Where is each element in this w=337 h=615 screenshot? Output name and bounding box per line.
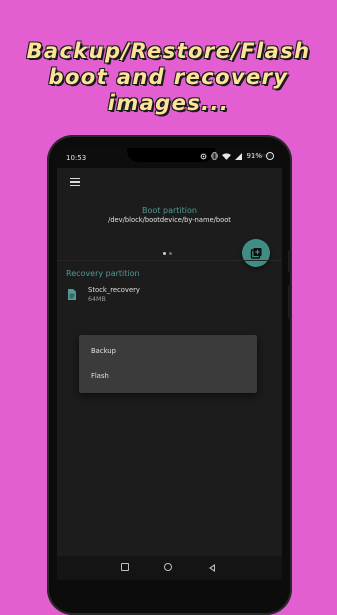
file-size: 64MB — [88, 296, 106, 303]
settings-gear-icon — [201, 153, 207, 159]
battery-circle-icon — [266, 152, 274, 160]
back-triangle-icon[interactable] — [209, 564, 215, 572]
list-item[interactable]: Stock_recovery 64MB — [66, 285, 266, 307]
battery-percent: 91% — [246, 152, 262, 160]
status-icons: 91% — [200, 152, 274, 160]
page-indicator — [163, 252, 172, 255]
file-name: Stock_recovery — [88, 286, 140, 294]
recovery-partition-title: Recovery partition — [66, 269, 140, 278]
power-button — [288, 285, 291, 319]
vibrate-icon — [211, 152, 219, 160]
menu-item-backup[interactable]: Backup — [91, 347, 116, 355]
signal-icon — [235, 152, 243, 160]
file-icon — [68, 289, 76, 300]
navigation-bar — [57, 556, 282, 580]
status-bar: 10:53 91% — [57, 148, 282, 168]
add-library-icon — [250, 248, 262, 259]
wifi-icon — [222, 152, 232, 160]
boot-partition-title: Boot partition — [142, 206, 197, 215]
headline-line-2: boot and recovery — [48, 65, 289, 89]
boot-partition-path: /dev/block/bootdevice/by-name/boot — [108, 216, 231, 224]
app-bar — [57, 168, 282, 194]
context-menu: Backup Flash — [79, 335, 257, 393]
add-library-button[interactable] — [242, 239, 270, 267]
promo-headline: Backup/Restore/Flash boot and recovery i… — [0, 38, 337, 116]
status-time: 10:53 — [66, 154, 87, 162]
headline-line-1: Backup/Restore/Flash — [26, 39, 311, 63]
phone-screen: 10:53 91% Boot partition /dev/block/boot… — [57, 148, 282, 580]
home-circle-icon[interactable] — [164, 563, 172, 571]
hamburger-menu-icon[interactable] — [70, 178, 80, 187]
page-dot-active[interactable] — [163, 252, 166, 255]
page-dot[interactable] — [169, 252, 172, 255]
headline-line-3: images... — [107, 91, 230, 115]
section-divider — [57, 260, 282, 261]
volume-button — [288, 250, 291, 272]
menu-item-flash[interactable]: Flash — [91, 372, 109, 380]
recents-square-icon[interactable] — [121, 563, 129, 571]
